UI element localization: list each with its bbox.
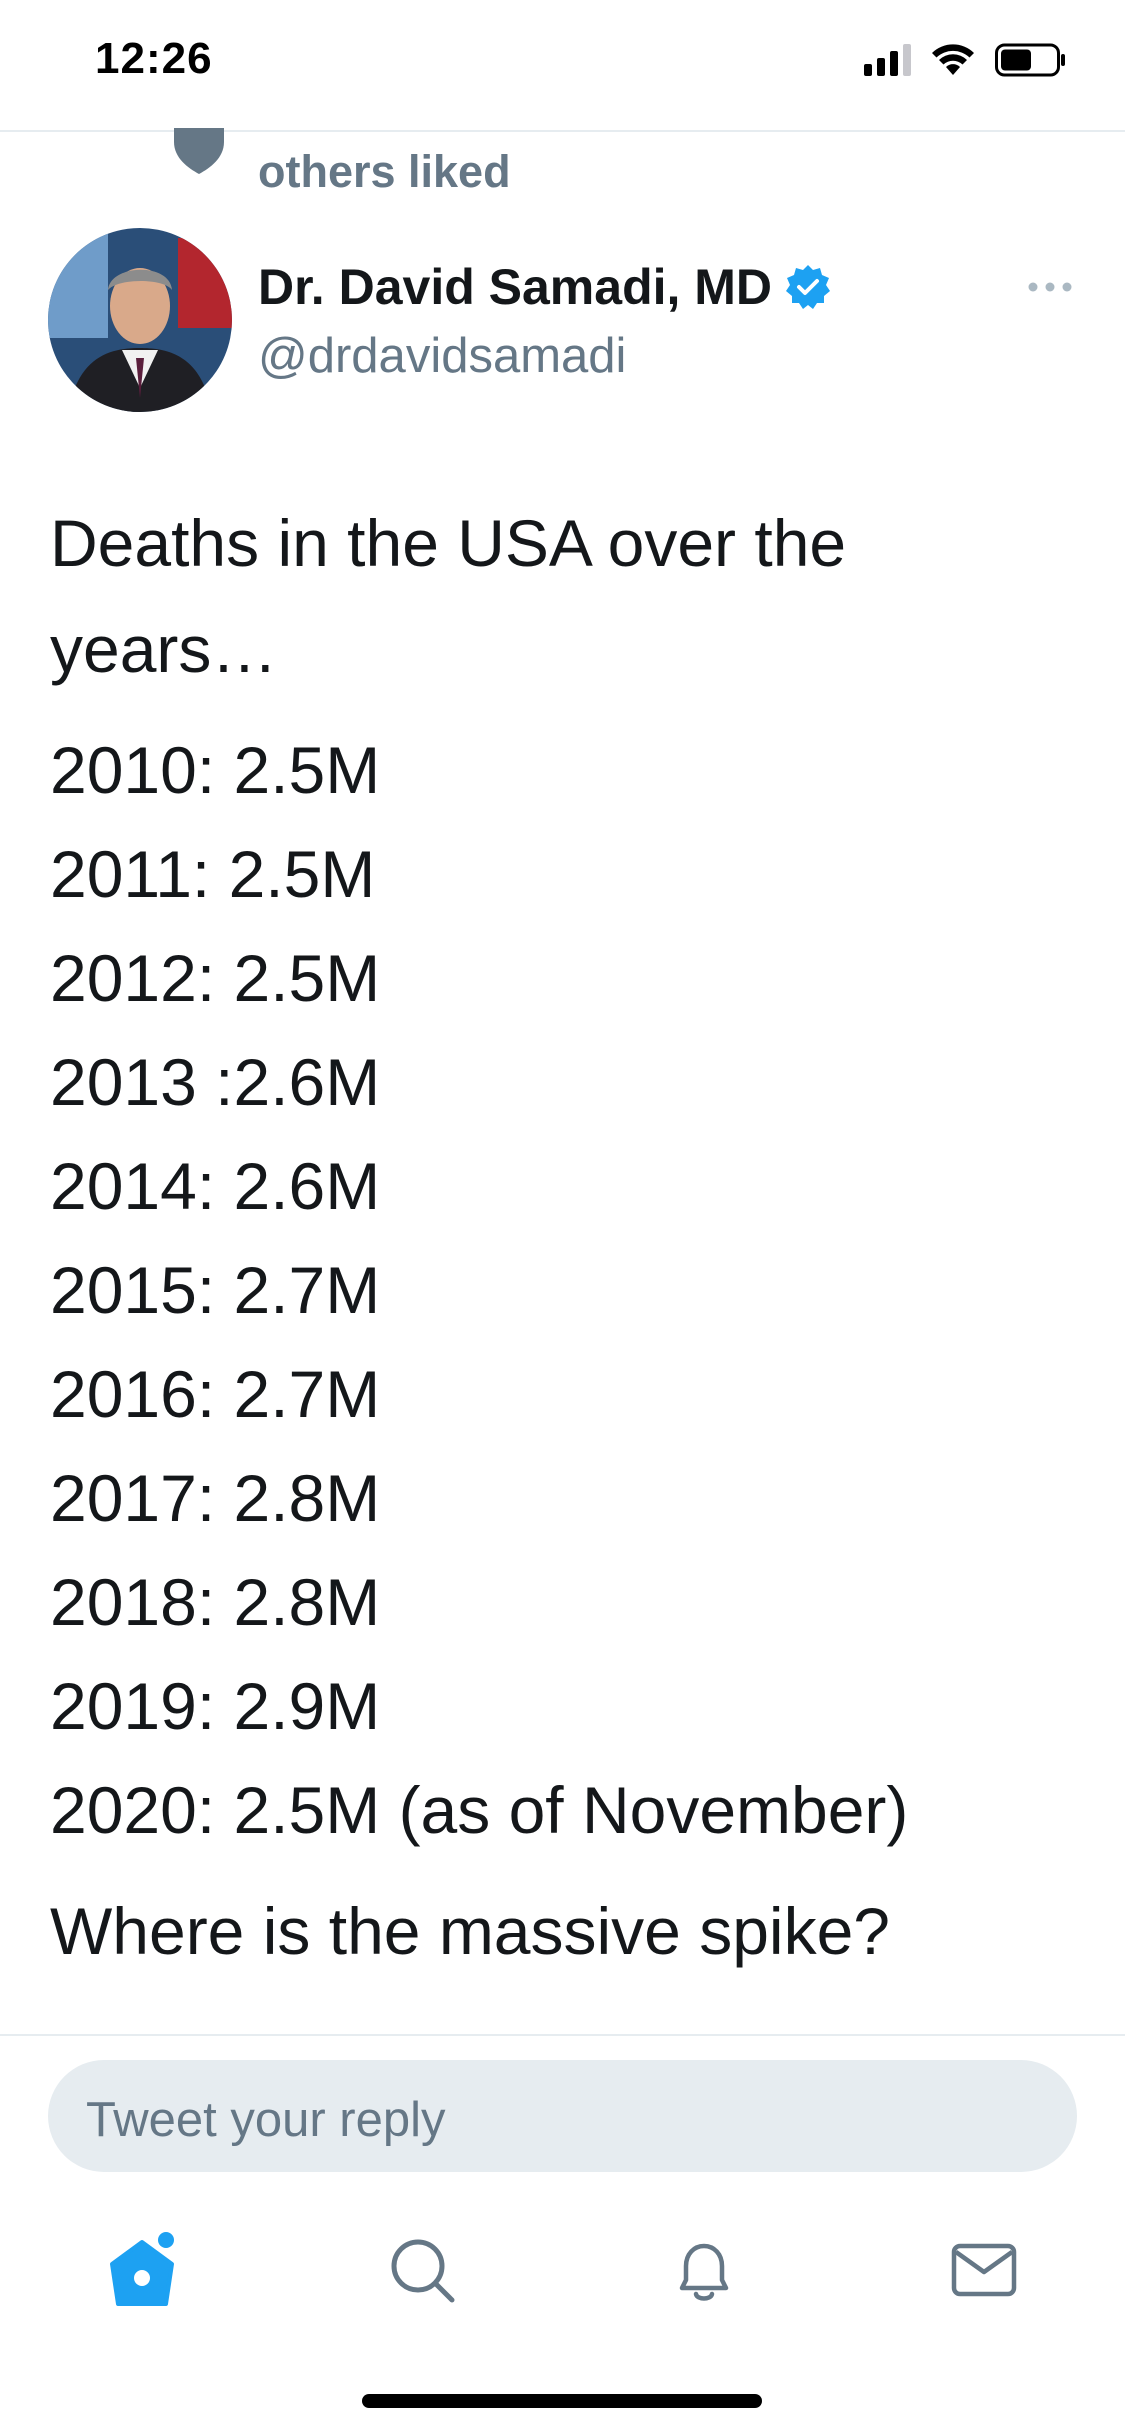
stat-line-2016: 2016: 2.7M bbox=[50, 1357, 381, 1431]
stat-line-2013: 2013 :2.6M bbox=[50, 1045, 381, 1119]
battery-icon bbox=[995, 43, 1065, 77]
stat-line-2018: 2018: 2.8M bbox=[50, 1565, 381, 1639]
tweet-body: Deaths in the USA over the years… 2010: … bbox=[50, 490, 1080, 1984]
bottom-tab-bar bbox=[0, 2200, 1125, 2360]
tab-search[interactable] bbox=[382, 2230, 462, 2310]
more-options-icon[interactable] bbox=[1027, 280, 1073, 294]
avatar-image bbox=[48, 228, 232, 412]
cellular-signal-icon bbox=[864, 44, 911, 76]
social-context-text[interactable]: others liked bbox=[258, 146, 511, 198]
stat-line-2010: 2010: 2.5M bbox=[50, 733, 381, 807]
avatar[interactable] bbox=[48, 228, 232, 412]
author-name-text: Dr. David Samadi, MD bbox=[258, 259, 773, 315]
stat-line-2019: 2019: 2.9M bbox=[50, 1669, 381, 1743]
death-stats-list: 2010: 2.5M 2011: 2.5M 2012: 2.5M 2013 :2… bbox=[50, 718, 1080, 1862]
tab-notifications[interactable] bbox=[664, 2230, 744, 2310]
tab-messages[interactable] bbox=[944, 2230, 1024, 2310]
status-icons bbox=[864, 40, 1067, 80]
stat-line-2014: 2014: 2.6M bbox=[50, 1149, 381, 1223]
reply-placeholder: Tweet your reply bbox=[86, 2093, 446, 2147]
author-handle[interactable]: @drdavidsamadi bbox=[258, 328, 626, 384]
verified-badge-icon bbox=[786, 265, 831, 309]
search-icon bbox=[391, 2239, 455, 2303]
author-name[interactable]: Dr. David Samadi, MD bbox=[258, 258, 832, 316]
stat-line-2020: 2020: 2.5M (as of November) bbox=[50, 1773, 909, 1847]
tweet-question: Where is the massive spike? bbox=[50, 1894, 890, 1968]
tweet-intro-line: Deaths in the USA over the bbox=[50, 506, 847, 580]
home-icon bbox=[110, 2232, 174, 2306]
tab-home[interactable] bbox=[102, 2230, 182, 2310]
stat-line-2012: 2012: 2.5M bbox=[50, 941, 381, 1015]
screen: 12:26 others liked Dr. David Samadi, MD … bbox=[0, 0, 1125, 2436]
stat-line-2011: 2011: 2.5M bbox=[50, 837, 376, 911]
status-bar: 12:26 bbox=[0, 0, 1125, 132]
notifications-icon bbox=[679, 2243, 729, 2301]
home-indicator[interactable] bbox=[362, 2394, 762, 2408]
status-time: 12:26 bbox=[95, 34, 213, 83]
social-context: others liked bbox=[0, 128, 1125, 202]
divider bbox=[0, 2034, 1125, 2036]
stat-line-2015: 2015: 2.7M bbox=[50, 1253, 381, 1327]
tweet-intro-line: years… bbox=[50, 612, 278, 686]
messages-icon bbox=[951, 2243, 1017, 2297]
heart-icon bbox=[174, 128, 224, 174]
reply-input[interactable]: Tweet your reply bbox=[48, 2060, 1077, 2172]
stat-line-2017: 2017: 2.8M bbox=[50, 1461, 381, 1535]
wifi-icon bbox=[932, 44, 974, 75]
